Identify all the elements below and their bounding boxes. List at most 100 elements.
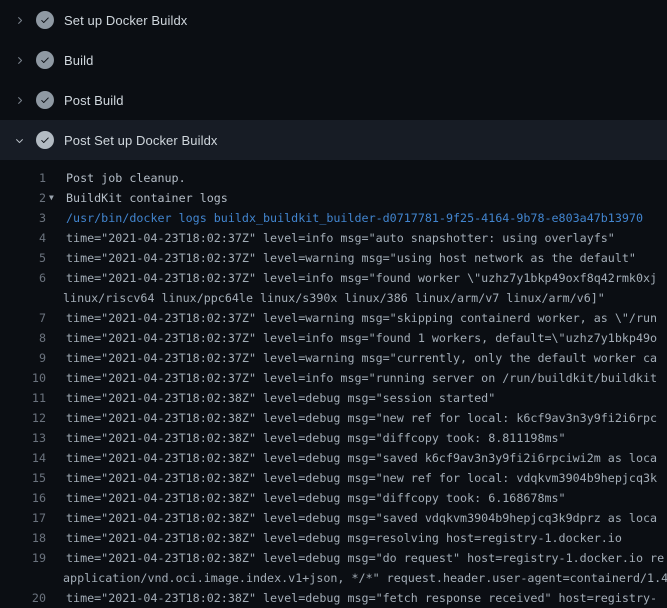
log-line-content: time="2021-04-23T18:02:38Z" level=debug … xyxy=(46,448,667,468)
log-line-content: time="2021-04-23T18:02:38Z" level=debug … xyxy=(46,428,667,448)
log-line-number[interactable]: 3 xyxy=(0,208,46,228)
log-line-number[interactable]: 1 xyxy=(0,168,46,188)
chevron-down-icon[interactable] xyxy=(12,133,26,147)
log-line: 19 time="2021-04-23T18:02:38Z" level=deb… xyxy=(0,548,667,568)
log-text: time="2021-04-23T18:02:38Z" level=debug … xyxy=(66,531,622,545)
log-text: time="2021-04-23T18:02:38Z" level=debug … xyxy=(66,391,495,405)
log-text: time="2021-04-23T18:02:37Z" level=info m… xyxy=(66,371,657,385)
log-line: 10 time="2021-04-23T18:02:37Z" level=inf… xyxy=(0,368,667,388)
log-text: Post job cleanup. xyxy=(66,171,186,185)
log-line: 6 time="2021-04-23T18:02:37Z" level=info… xyxy=(0,268,667,288)
log-line: 15 time="2021-04-23T18:02:38Z" level=deb… xyxy=(0,468,667,488)
log-text: time="2021-04-23T18:02:37Z" level=info m… xyxy=(66,331,657,345)
log-line: 13 time="2021-04-23T18:02:38Z" level=deb… xyxy=(0,428,667,448)
log-line-number[interactable]: 13 xyxy=(0,428,46,448)
log-line: 12 time="2021-04-23T18:02:38Z" level=deb… xyxy=(0,408,667,428)
log-text: time="2021-04-23T18:02:38Z" level=debug … xyxy=(66,411,657,425)
log-line-number[interactable]: 14 xyxy=(0,448,46,468)
step-row-3[interactable]: Post Build xyxy=(0,80,667,120)
log-line: 14 time="2021-04-23T18:02:38Z" level=deb… xyxy=(0,448,667,468)
chevron-icon[interactable] xyxy=(12,13,26,27)
log-line-number[interactable]: 19 xyxy=(0,548,46,568)
chevron-icon[interactable] xyxy=(12,53,26,67)
log-text: time="2021-04-23T18:02:38Z" level=debug … xyxy=(66,591,657,605)
log-text: time="2021-04-23T18:02:38Z" level=debug … xyxy=(66,431,566,445)
log-line-number[interactable]: 12 xyxy=(0,408,46,428)
log-line: 5 time="2021-04-23T18:02:37Z" level=warn… xyxy=(0,248,667,268)
check-circle-icon xyxy=(36,11,54,29)
step-row-2[interactable]: Build xyxy=(0,40,667,80)
log-line-content: application/vnd.oci.image.index.v1+json,… xyxy=(46,568,667,588)
log-line: 3 /usr/bin/docker logs buildx_buildkit_b… xyxy=(0,208,667,228)
log-text: application/vnd.oci.image.index.v1+json,… xyxy=(63,571,667,585)
log-line: 16 time="2021-04-23T18:02:38Z" level=deb… xyxy=(0,488,667,508)
log-line-content: time="2021-04-23T18:02:38Z" level=debug … xyxy=(46,468,667,488)
log-text: time="2021-04-23T18:02:38Z" level=debug … xyxy=(66,471,657,485)
log-line-number[interactable]: 16 xyxy=(0,488,46,508)
log-line-number[interactable]: 2 xyxy=(0,188,46,208)
log-line-content: /usr/bin/docker logs buildx_buildkit_bui… xyxy=(46,208,667,228)
step-row-4[interactable]: Post Set up Docker Buildx xyxy=(0,120,667,160)
log-line: 2 ▼ BuildKit container logs xyxy=(0,188,667,208)
log-line-number[interactable]: 15 xyxy=(0,468,46,488)
log-viewer: 1 Post job cleanup. 2 ▼ BuildKit containe… xyxy=(0,160,667,608)
log-text: time="2021-04-23T18:02:38Z" level=debug … xyxy=(66,451,657,465)
log-line-number[interactable] xyxy=(0,568,46,588)
log-text: linux/riscv64 linux/ppc64le linux/s390x … xyxy=(63,291,605,305)
log-line-content: time="2021-04-23T18:02:38Z" level=debug … xyxy=(46,388,667,408)
log-line-content: Post job cleanup. xyxy=(46,168,667,188)
log-line: 8 time="2021-04-23T18:02:37Z" level=info… xyxy=(0,328,667,348)
log-text: time="2021-04-23T18:02:37Z" level=warnin… xyxy=(66,251,636,265)
log-text: time="2021-04-23T18:02:37Z" level=info m… xyxy=(66,231,615,245)
log-text: time="2021-04-23T18:02:37Z" level=warnin… xyxy=(66,351,657,365)
log-text: BuildKit container logs xyxy=(66,191,228,205)
check-circle-icon xyxy=(36,51,54,69)
log-line: 17 time="2021-04-23T18:02:38Z" level=deb… xyxy=(0,508,667,528)
log-line-number[interactable]: 7 xyxy=(0,308,46,328)
log-line: application/vnd.oci.image.index.v1+json,… xyxy=(0,568,667,588)
log-text: time="2021-04-23T18:02:38Z" level=debug … xyxy=(66,511,657,525)
log-line-content: time="2021-04-23T18:02:38Z" level=debug … xyxy=(46,548,667,568)
log-line-number[interactable]: 11 xyxy=(0,388,46,408)
log-line-number[interactable]: 17 xyxy=(0,508,46,528)
log-line: 20 time="2021-04-23T18:02:38Z" level=deb… xyxy=(0,588,667,608)
log-text: time="2021-04-23T18:02:37Z" level=info m… xyxy=(66,271,657,285)
log-line-content: ▼ BuildKit container logs xyxy=(46,188,667,208)
step-label: Build xyxy=(64,53,93,68)
log-line-number[interactable]: 5 xyxy=(0,248,46,268)
log-line-number[interactable]: 10 xyxy=(0,368,46,388)
log-text: time="2021-04-23T18:02:38Z" level=debug … xyxy=(66,551,664,565)
log-line: 7 time="2021-04-23T18:02:37Z" level=warn… xyxy=(0,308,667,328)
log-line-content: linux/riscv64 linux/ppc64le linux/s390x … xyxy=(46,288,667,308)
log-line: linux/riscv64 linux/ppc64le linux/s390x … xyxy=(0,288,667,308)
log-line-content: time="2021-04-23T18:02:38Z" level=debug … xyxy=(46,488,667,508)
log-line-number[interactable]: 9 xyxy=(0,348,46,368)
chevron-icon[interactable] xyxy=(12,93,26,107)
log-line-content: time="2021-04-23T18:02:37Z" level=info m… xyxy=(46,328,667,348)
log-text: time="2021-04-23T18:02:38Z" level=debug … xyxy=(66,491,566,505)
log-line-content: time="2021-04-23T18:02:38Z" level=debug … xyxy=(46,408,667,428)
step-label: Post Build xyxy=(64,93,124,108)
log-line-content: time="2021-04-23T18:02:37Z" level=warnin… xyxy=(46,308,667,328)
log-line: 11 time="2021-04-23T18:02:38Z" level=deb… xyxy=(0,388,667,408)
log-line-content: time="2021-04-23T18:02:38Z" level=debug … xyxy=(46,588,667,608)
log-line-content: time="2021-04-23T18:02:38Z" level=debug … xyxy=(46,508,667,528)
log-line-number[interactable]: 4 xyxy=(0,228,46,248)
log-line-number[interactable]: 6 xyxy=(0,268,46,288)
log-line-content: time="2021-04-23T18:02:37Z" level=warnin… xyxy=(46,248,667,268)
log-line-content: time="2021-04-23T18:02:37Z" level=warnin… xyxy=(46,348,667,368)
log-line: 18 time="2021-04-23T18:02:38Z" level=deb… xyxy=(0,528,667,548)
log-line-content: time="2021-04-23T18:02:38Z" level=debug … xyxy=(46,528,667,548)
log-line: 1 Post job cleanup. xyxy=(0,168,667,188)
log-line-number[interactable]: 18 xyxy=(0,528,46,548)
group-collapse-marker-icon[interactable]: ▼ xyxy=(49,188,54,208)
log-line-number[interactable]: 8 xyxy=(0,328,46,348)
log-line-number[interactable]: 20 xyxy=(0,588,46,608)
log-text: time="2021-04-23T18:02:37Z" level=warnin… xyxy=(66,311,657,325)
log-line-content: time="2021-04-23T18:02:37Z" level=info m… xyxy=(46,368,667,388)
step-row-1[interactable]: Set up Docker Buildx xyxy=(0,0,667,40)
log-text: /usr/bin/docker logs buildx_buildkit_bui… xyxy=(66,211,643,225)
check-circle-icon xyxy=(36,91,54,109)
steps-list: Set up Docker Buildx Build Post Build xyxy=(0,0,667,160)
log-line-number[interactable] xyxy=(0,288,46,308)
